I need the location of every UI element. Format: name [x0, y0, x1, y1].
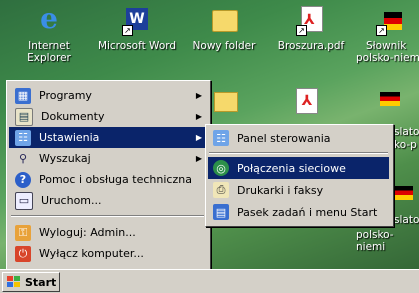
word-icon: W ↗: [122, 6, 152, 36]
menu-item-label: Programy: [39, 89, 92, 102]
menu-item-label: Dokumenty: [41, 110, 105, 123]
submenu-item-drukarki[interactable]: ⎙ Drukarki i faksy: [208, 179, 389, 201]
start-button-label: Start: [25, 275, 57, 289]
start-button[interactable]: Start: [2, 272, 60, 292]
dictionary-flag-icon: ↗: [376, 6, 406, 36]
start-menu-item-wyszukaj[interactable]: ⚲ Wyszukaj ▶: [9, 148, 206, 169]
submenu-item-label: Połączenia sieciowe: [237, 161, 346, 175]
desktop-icon-label: slato: [394, 214, 419, 226]
pdf-icon: ⅄: [296, 88, 318, 114]
documents-icon: ▤: [15, 107, 33, 126]
desktop-icon-label: ko-p: [394, 139, 417, 151]
pdf-icon: ⅄ ↗: [296, 6, 326, 36]
logoff-icon: ⚿: [15, 224, 31, 241]
desktop-icon-label: Internet: [28, 40, 70, 52]
desktop-icon-broszura[interactable]: ⅄ ↗ Broszura.pdf: [272, 6, 350, 52]
submenu-arrow-icon: ▶: [195, 154, 202, 163]
desktop-icon-label: polsko-niemi: [356, 229, 394, 253]
submenu-arrow-icon: ▶: [195, 91, 202, 100]
submenu-item-label: Pasek zadań i menu Start: [237, 205, 378, 219]
desktop-icon-label: Explorer: [27, 52, 71, 64]
shortcut-arrow-icon: ↗: [376, 25, 387, 36]
submenu-item-label: Drukarki i faksy: [237, 183, 324, 197]
desktop-icon-internet-explorer[interactable]: e Internet Explorer: [18, 2, 80, 65]
menu-item-label: Ustawienia: [39, 131, 100, 144]
run-icon: ▭: [15, 191, 33, 210]
menu-item-label: Uruchom...: [41, 194, 102, 207]
start-menu-item-uruchom[interactable]: ▭ Uruchom...: [9, 190, 206, 211]
start-menu-item-pomoc[interactable]: ? Pomoc i obsługa techniczna: [9, 169, 206, 190]
menu-item-label: Wyszukaj: [39, 152, 91, 165]
desktop-icon-slownik[interactable]: ↗ Słownik polsko-niem: [352, 6, 419, 64]
desktop-icon-nowy-folder[interactable]: Nowy folder: [187, 6, 261, 52]
taskbar-icon: ▤: [213, 204, 229, 220]
menu-separator: [11, 215, 204, 217]
desktop-icon-label: Broszura.pdf: [277, 40, 345, 52]
settings-submenu: ☷ Panel sterowania ◎ Połączenia sieciowe…: [205, 124, 394, 227]
taskbar: Start: [0, 269, 419, 293]
start-menu-item-ustawienia[interactable]: ☷ Ustawienia ▶: [9, 127, 206, 148]
menu-item-label: Wyłącz komputer...: [39, 247, 144, 260]
network-icon: ◎: [213, 160, 229, 176]
shutdown-icon: ⏻: [15, 245, 31, 262]
desktop-icon-word[interactable]: W ↗ Microsoft Word: [94, 6, 180, 52]
desktop-icon-label: Microsoft Word: [97, 40, 177, 52]
desktop-icon-label: polsko-niem: [356, 52, 419, 64]
submenu-item-polaczenia-sieciowe[interactable]: ◎ Połączenia sieciowe: [208, 157, 389, 179]
search-icon: ⚲: [18, 152, 28, 165]
start-menu: ▦ Programy ▶ ▤ Dokumenty ▶ ☷ Ustawienia …: [6, 80, 211, 270]
desktop-icon-label: Słownik: [366, 40, 407, 52]
submenu-item-panel-sterowania[interactable]: ☷ Panel sterowania: [208, 127, 389, 149]
submenu-item-pasek-zadan[interactable]: ▤ Pasek zadań i menu Start: [208, 201, 389, 223]
shortcut-arrow-icon: ↗: [122, 25, 133, 36]
help-icon: ?: [15, 171, 31, 188]
windows-logo-icon: [7, 276, 21, 288]
printer-icon: ⎙: [213, 182, 229, 198]
german-flag-icon: [393, 186, 413, 200]
menu-item-label: Pomoc i obsługa techniczna: [39, 173, 192, 186]
desktop-icon-label: slato: [394, 126, 419, 138]
start-menu-item-dokumenty[interactable]: ▤ Dokumenty ▶: [9, 106, 206, 127]
control-panel-icon: ☷: [213, 130, 229, 146]
internet-explorer-icon: e: [40, 2, 58, 35]
settings-icon: ☷: [15, 129, 31, 146]
programs-icon: ▦: [15, 87, 31, 104]
submenu-item-label: Panel sterowania: [237, 131, 331, 145]
shortcut-arrow-icon: ↗: [296, 25, 307, 36]
submenu-arrow-icon: ▶: [195, 133, 202, 142]
submenu-arrow-icon: ▶: [195, 112, 202, 121]
start-menu-item-wyloguj[interactable]: ⚿ Wyloguj: Admin...: [9, 222, 206, 243]
menu-item-label: Wyloguj: Admin...: [39, 226, 136, 239]
start-menu-item-wylacz[interactable]: ⏻ Wyłącz komputer...: [9, 243, 206, 264]
menu-separator: [209, 152, 388, 154]
folder-icon: [214, 92, 238, 112]
desktop-icon-label: Nowy folder: [192, 40, 256, 52]
folder-icon: [209, 6, 239, 36]
german-flag-icon: [380, 92, 400, 106]
start-menu-item-programy[interactable]: ▦ Programy ▶: [9, 85, 206, 106]
